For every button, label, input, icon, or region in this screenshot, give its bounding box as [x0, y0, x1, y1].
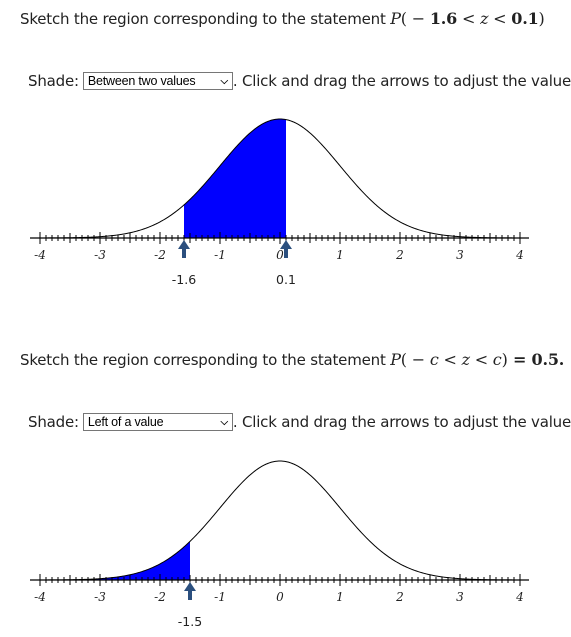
tick-label: 1 [336, 590, 344, 604]
tick-label: -2 [154, 590, 166, 604]
tick-label: 0 [276, 590, 284, 604]
tick-label: -3 [94, 590, 106, 604]
tick-label: -4 [34, 590, 46, 604]
normal-curve-chart-2: -4 -3 -2 -1 0 1 2 3 4 -1.5 [30, 460, 529, 629]
tick-label: 3 [456, 590, 464, 604]
drag-arrow-handle[interactable] [184, 582, 196, 600]
tick-label: 4 [515, 590, 524, 604]
arrow-up-icon [184, 582, 196, 591]
normal-curve [40, 460, 520, 581]
arrow-shaft [188, 590, 192, 600]
arrow-value-label: -1.5 [178, 614, 202, 629]
tick-label: 2 [395, 590, 404, 604]
tick-label: -1 [214, 590, 226, 604]
shaded-region [40, 541, 190, 580]
